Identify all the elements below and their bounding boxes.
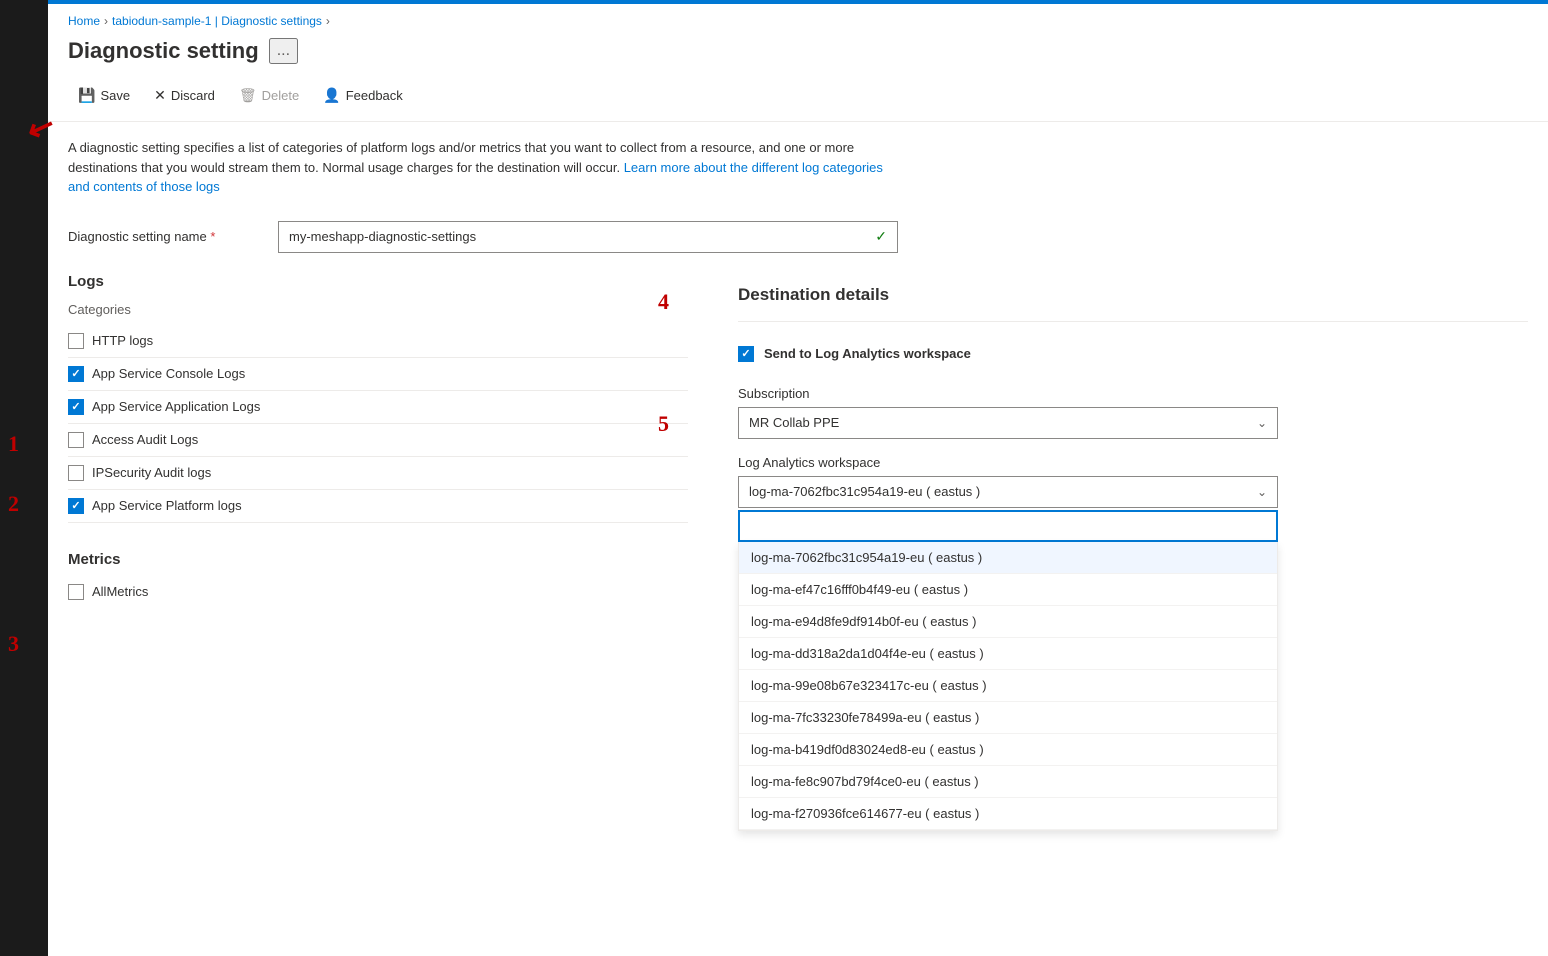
log-analytics-checkbox[interactable]: [738, 346, 754, 362]
checkmark-icon: ✓: [875, 228, 887, 245]
destination-section: Destination details Send to Log Analytic…: [738, 273, 1528, 831]
subscription-value: MR Collab PPE: [749, 415, 839, 430]
workspace-selected-value: log-ma-7062fbc31c954a19-eu ( eastus ): [749, 484, 980, 499]
workspace-item-4[interactable]: log-ma-99e08b67e323417c-eu ( eastus ): [739, 670, 1277, 702]
annotation-4: 4: [658, 289, 669, 315]
save-button[interactable]: 💾 Save: [68, 82, 140, 109]
subscription-label: Subscription: [738, 386, 1528, 401]
platform-logs-label: App Service Platform logs: [92, 498, 242, 513]
console-logs-checkbox[interactable]: [68, 366, 84, 382]
http-logs-label: HTTP logs: [92, 333, 153, 348]
metric-item-allmetrics: AllMetrics: [68, 576, 688, 608]
log-item-http: HTTP logs: [68, 325, 688, 358]
delete-icon: 🗑: [239, 87, 257, 104]
right-panel: 4 5 Destination details Send to Log Anal…: [708, 261, 1528, 831]
toolbar: 💾 Save ✕ Discard 🗑 Delete 👤 Feedback: [48, 76, 1548, 122]
content-grid: 1 2 3 Logs Categories HTTP logs App Serv…: [48, 261, 1548, 831]
logs-section-title: Logs: [68, 261, 688, 298]
platform-logs-checkbox[interactable]: [68, 498, 84, 514]
ipsecurity-audit-label: IPSecurity Audit logs: [92, 465, 211, 480]
workspace-item-8[interactable]: log-ma-f270936fce614677-eu ( eastus ): [739, 798, 1277, 830]
feedback-button[interactable]: 👤 Feedback: [313, 82, 413, 109]
log-item-ipsecurity: IPSecurity Audit logs: [68, 457, 688, 490]
metrics-section-title: Metrics: [68, 539, 688, 576]
workspace-group: Log Analytics workspace log-ma-7062fbc31…: [738, 455, 1528, 831]
discard-button[interactable]: ✕ Discard: [144, 82, 225, 109]
workspace-item-7[interactable]: log-ma-fe8c907bd79f4ce0-eu ( eastus ): [739, 766, 1277, 798]
ellipsis-button[interactable]: ...: [269, 38, 298, 64]
diagnostic-name-input-container: my-meshapp-diagnostic-settings ✓: [278, 221, 898, 253]
workspace-select[interactable]: log-ma-7062fbc31c954a19-eu ( eastus ) ⌄: [738, 476, 1278, 508]
log-item-access: Access Audit Logs: [68, 424, 688, 457]
workspace-dropdown-container: log-ma-7062fbc31c954a19-eu ( eastus ) ⌄ …: [738, 476, 1278, 831]
log-item-application: App Service Application Logs: [68, 391, 688, 424]
access-audit-label: Access Audit Logs: [92, 432, 198, 447]
console-logs-label: App Service Console Logs: [92, 366, 245, 381]
workspace-item-0[interactable]: log-ma-7062fbc31c954a19-eu ( eastus ): [739, 542, 1277, 574]
log-item-platform: App Service Platform logs: [68, 490, 688, 523]
application-logs-checkbox[interactable]: [68, 399, 84, 415]
allmetrics-checkbox[interactable]: [68, 584, 84, 600]
annotation-2: 2: [8, 491, 19, 517]
http-logs-checkbox[interactable]: [68, 333, 84, 349]
workspace-label: Log Analytics workspace: [738, 455, 1528, 470]
workspace-item-5[interactable]: log-ma-7fc33230fe78499a-eu ( eastus ): [739, 702, 1277, 734]
workspace-search-input[interactable]: [738, 510, 1278, 542]
allmetrics-label: AllMetrics: [92, 584, 148, 599]
feedback-icon: 👤: [323, 87, 340, 104]
page-title-row: Diagnostic setting ...: [48, 34, 1548, 76]
workspace-item-1[interactable]: log-ma-ef47c16fff0b4f49-eu ( eastus ): [739, 574, 1277, 606]
breadcrumb-sep1: ›: [104, 14, 108, 28]
annotation-1: 1: [8, 431, 19, 457]
diagnostic-name-value[interactable]: my-meshapp-diagnostic-settings: [289, 229, 476, 244]
log-item-console: App Service Console Logs: [68, 358, 688, 391]
diagnostic-name-row: Diagnostic setting name * my-meshapp-dia…: [48, 213, 1048, 261]
description-area: A diagnostic setting specifies a list of…: [48, 122, 908, 213]
breadcrumb-sep2: ›: [326, 14, 330, 28]
log-analytics-checkbox-row: Send to Log Analytics workspace: [738, 338, 1528, 370]
annotation-5: 5: [658, 411, 669, 437]
left-panel: Logs Categories HTTP logs App Service Co…: [68, 261, 708, 831]
workspace-dropdown-list: log-ma-7062fbc31c954a19-eu ( eastus ) lo…: [738, 542, 1278, 831]
categories-label: Categories: [68, 298, 688, 325]
breadcrumb: Home › tabiodun-sample-1 | Diagnostic se…: [48, 4, 1548, 34]
discard-icon: ✕: [154, 87, 166, 104]
diagnostic-name-label: Diagnostic setting name *: [68, 229, 268, 244]
destination-title: Destination details: [738, 273, 1528, 322]
application-logs-label: App Service Application Logs: [92, 399, 260, 414]
ipsecurity-audit-checkbox[interactable]: [68, 465, 84, 481]
save-icon: 💾: [78, 87, 95, 104]
log-analytics-label: Send to Log Analytics workspace: [764, 346, 971, 361]
subscription-chevron: ⌄: [1257, 416, 1267, 430]
workspace-item-3[interactable]: log-ma-dd318a2da1d04f4e-eu ( eastus ): [739, 638, 1277, 670]
annotation-3: 3: [8, 631, 19, 657]
workspace-item-2[interactable]: log-ma-e94d8fe9df914b0f-eu ( eastus ): [739, 606, 1277, 638]
access-audit-checkbox[interactable]: [68, 432, 84, 448]
subscription-group: Subscription MR Collab PPE ⌄: [738, 386, 1528, 439]
workspace-chevron: ⌄: [1257, 485, 1267, 499]
metrics-section: Metrics AllMetrics: [68, 539, 688, 608]
breadcrumb-resource[interactable]: tabiodun-sample-1 | Diagnostic settings: [112, 14, 322, 28]
breadcrumb-home[interactable]: Home: [68, 14, 100, 28]
workspace-item-6[interactable]: log-ma-b419df0d83024ed8-eu ( eastus ): [739, 734, 1277, 766]
page-title: Diagnostic setting: [68, 38, 259, 64]
delete-button[interactable]: 🗑 Delete: [229, 82, 309, 109]
subscription-select[interactable]: MR Collab PPE ⌄: [738, 407, 1278, 439]
